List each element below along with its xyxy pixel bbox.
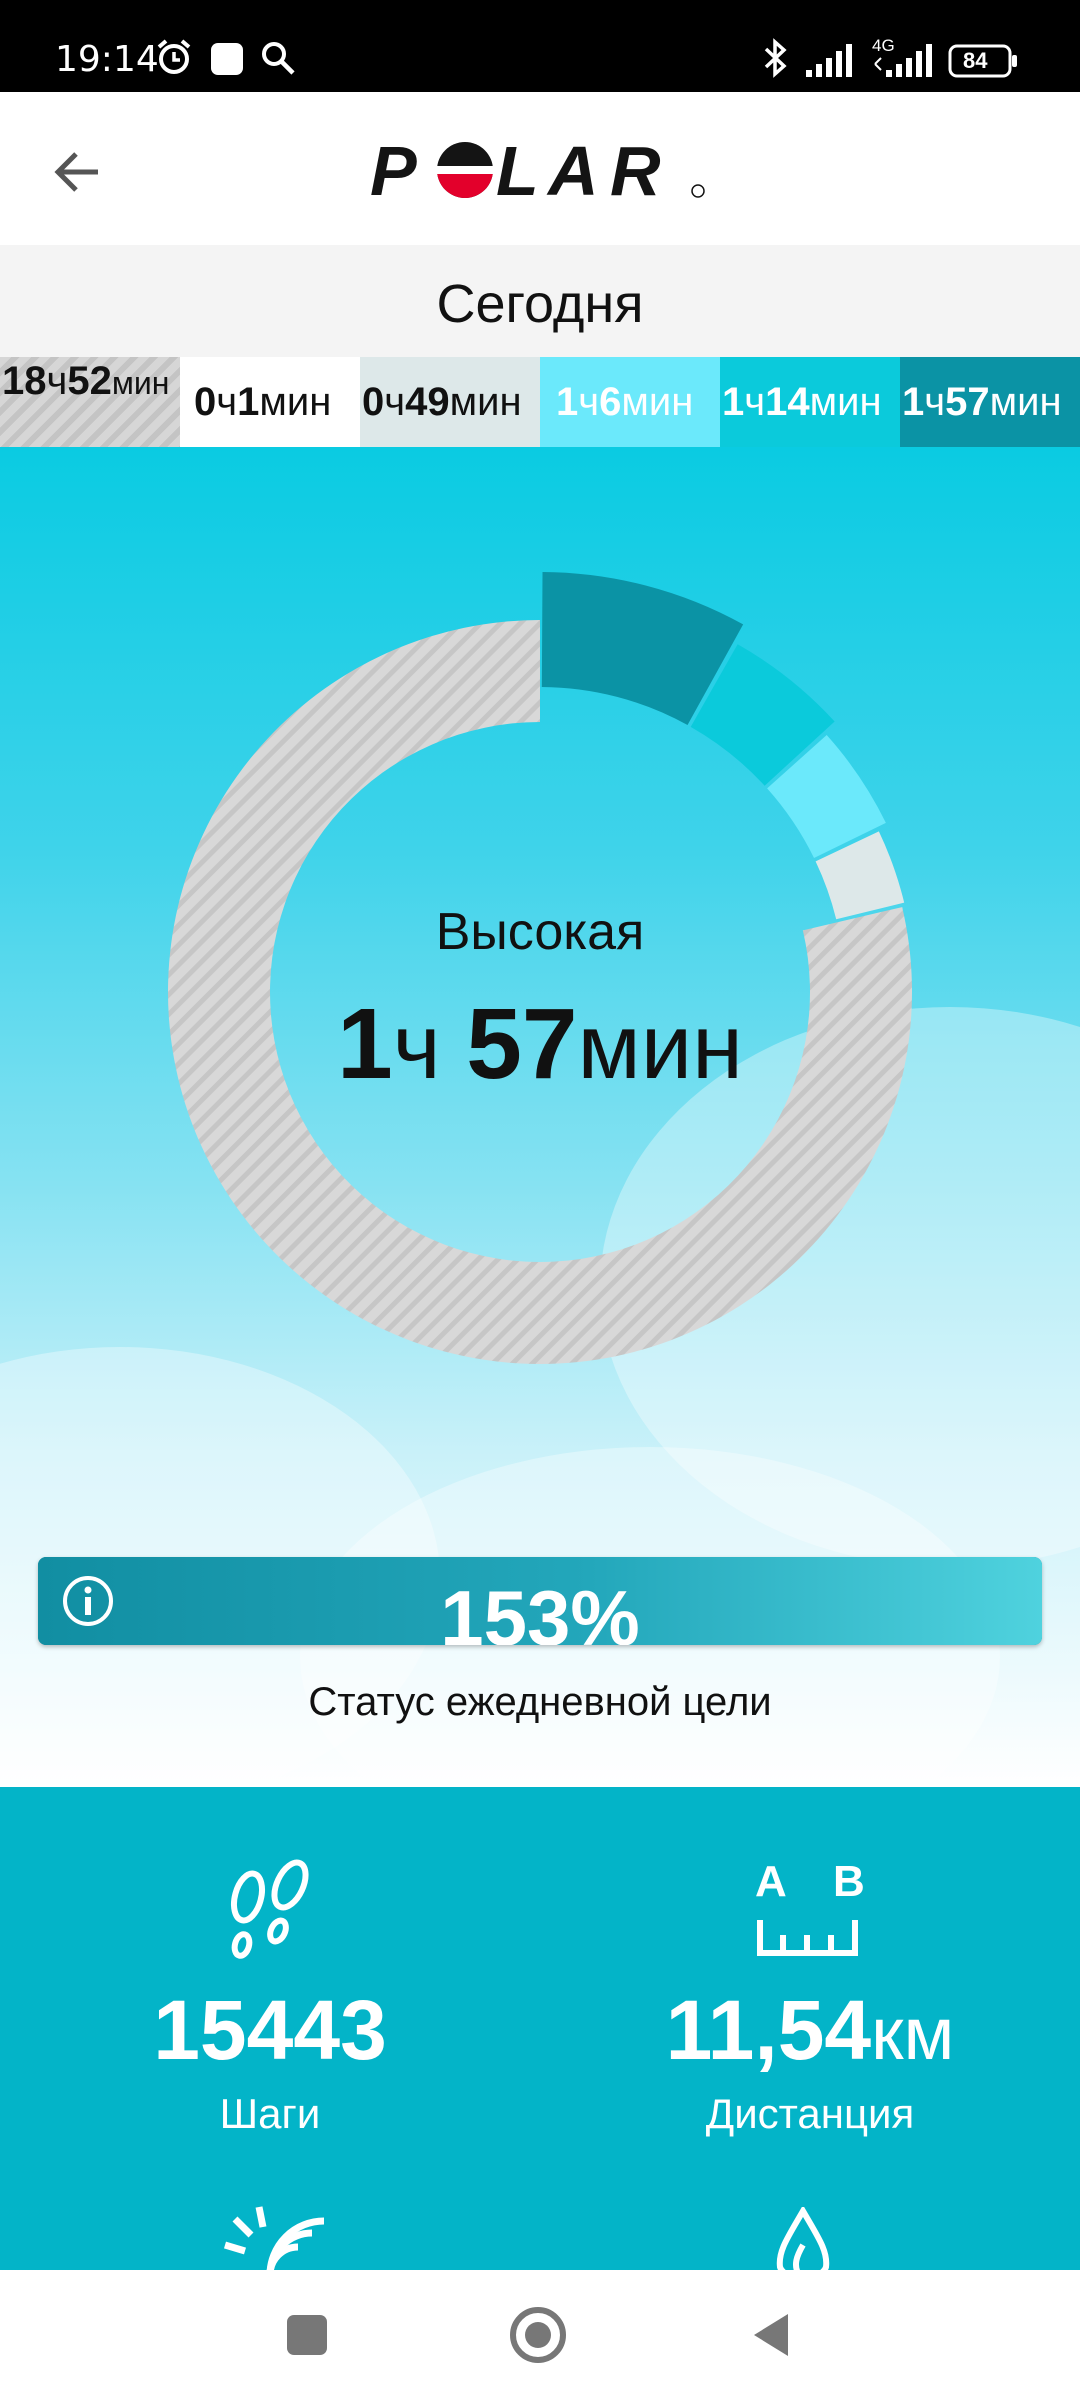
status-bar: 19:14 4G 84 — [0, 0, 1080, 92]
sun-icon — [223, 2206, 325, 2270]
signal-icon — [806, 44, 852, 77]
signal-icon-2 — [874, 44, 932, 77]
search-icon — [262, 42, 295, 75]
distance-icon-b: B — [833, 1857, 865, 1906]
steps-label: Шаги — [219, 2090, 321, 2137]
arrow-left-icon[interactable] — [40, 132, 120, 212]
zone-high: 1ч57мин — [900, 357, 1080, 447]
svg-text:R: R — [610, 137, 661, 203]
alarm-icon — [157, 39, 191, 74]
flame-icon — [776, 2207, 830, 2270]
zone-rest: 18ч52мин — [0, 357, 180, 447]
battery-level: 84 — [963, 48, 988, 73]
distance-label: Дистанция — [705, 2090, 915, 2137]
activity-level-label: Высокая — [435, 903, 645, 961]
svg-text:A: A — [546, 137, 599, 203]
zone-light: 0ч49мин — [360, 357, 540, 447]
distance-icon-a: A — [755, 1857, 787, 1906]
distance-value: 11,54км — [665, 1983, 955, 2077]
goal-percent: 153% — [440, 1574, 640, 1645]
app-header: P L A R — [0, 92, 1080, 245]
svg-text:P: P — [370, 137, 417, 203]
status-time: 19:14 — [55, 39, 159, 80]
system-nav-bar — [0, 2270, 1080, 2400]
home-button[interactable] — [503, 2300, 573, 2370]
date-bar[interactable]: Сегодня — [0, 245, 1080, 357]
activity-level-duration: 1ч 57мин — [337, 988, 743, 1100]
daily-goal-progress[interactable]: 153% — [38, 1557, 1042, 1645]
bluetooth-icon — [764, 38, 787, 78]
recent-apps-button[interactable] — [272, 2300, 342, 2370]
stats-panel: 15443 Шаги A B 11,54км Дистанция — [0, 1787, 1080, 2270]
activity-zones-strip: 18ч52мин 0ч1мин 0ч49мин 1ч6мин 1ч14мин 1… — [0, 357, 1080, 447]
footprints-icon — [230, 1859, 309, 1959]
app-notification-icon — [211, 43, 243, 75]
back-nav-button[interactable] — [738, 2300, 808, 2370]
zone-very-light: 0ч1мин — [180, 357, 360, 447]
svg-text:L: L — [496, 137, 539, 203]
polar-logo: P L A R — [370, 137, 705, 203]
zone-moderate: 1ч14мин — [720, 357, 900, 447]
goal-caption: Статус ежедневной цели — [308, 1680, 772, 1724]
distance-icon: A B — [755, 1857, 865, 1967]
steps-value: 15443 — [153, 1983, 387, 2077]
zone-medium: 1ч6мин — [540, 357, 720, 447]
distance-stat[interactable]: A B 11,54км Дистанция — [540, 1787, 1080, 2167]
date-title: Сегодня — [436, 274, 644, 334]
steps-stat[interactable]: 15443 Шаги — [0, 1787, 540, 2167]
